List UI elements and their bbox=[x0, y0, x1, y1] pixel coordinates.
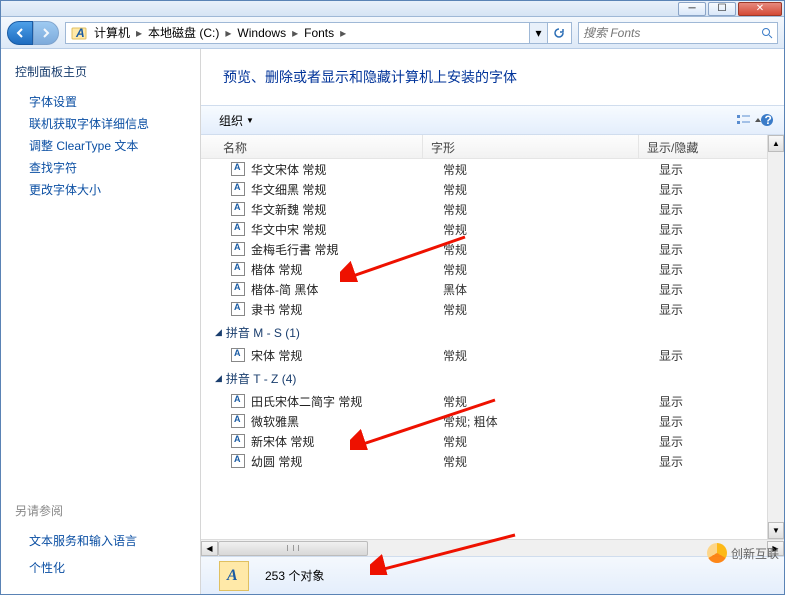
font-file-icon bbox=[231, 202, 245, 216]
scroll-left-button[interactable]: ◀ bbox=[201, 541, 218, 556]
sidebar-link-ime[interactable]: 文本服务和输入语言 bbox=[29, 532, 200, 549]
title-bar: ─ ☐ ✕ bbox=[1, 1, 784, 17]
search-box[interactable] bbox=[578, 22, 778, 44]
font-file-icon bbox=[231, 262, 245, 276]
sidebar-link-online-fonts[interactable]: 联机获取字体详细信息 bbox=[29, 115, 200, 132]
column-headers: 名称 字形 显示/隐藏 bbox=[201, 135, 784, 159]
breadcrumb-item[interactable]: 本地磁盘 (C:) bbox=[144, 22, 223, 43]
sidebar-link-personalize[interactable]: 个性化 bbox=[29, 559, 200, 576]
group-header-ms[interactable]: ◢拼音 M - S (1) bbox=[201, 319, 784, 345]
minimize-button[interactable]: ─ bbox=[678, 2, 706, 16]
font-row[interactable]: 幼圆 常规常规显示 bbox=[201, 451, 784, 471]
group-header-tz[interactable]: ◢拼音 T - Z (4) bbox=[201, 365, 784, 391]
refresh-button[interactable] bbox=[547, 23, 569, 43]
explorer-window: ─ ☐ ✕ A 计算机▸ 本地磁盘 (C:)▸ Windows▸ Fonts▸ … bbox=[0, 0, 785, 595]
scroll-down-button[interactable]: ▼ bbox=[768, 522, 784, 539]
font-file-icon bbox=[231, 182, 245, 196]
svg-text:A: A bbox=[75, 26, 85, 40]
horizontal-scrollbar[interactable]: ◀ ▶ bbox=[201, 539, 784, 556]
folder-fonts-icon bbox=[219, 561, 249, 591]
font-file-icon bbox=[231, 394, 245, 408]
watermark: 创新互联 bbox=[707, 543, 779, 563]
font-row[interactable]: 微软雅黑常规; 粗体显示 bbox=[201, 411, 784, 431]
font-file-icon bbox=[231, 454, 245, 468]
column-style[interactable]: 字形 bbox=[423, 135, 639, 158]
breadcrumb-item[interactable]: Windows bbox=[233, 24, 290, 42]
font-row[interactable]: 华文宋体 常规常规显示 bbox=[201, 159, 784, 179]
scroll-thumb[interactable] bbox=[218, 541, 368, 556]
folder-fonts-icon: A bbox=[71, 25, 87, 41]
nav-bar: A 计算机▸ 本地磁盘 (C:)▸ Windows▸ Fonts▸ ▾ bbox=[1, 17, 784, 49]
column-show[interactable]: 显示/隐藏 bbox=[639, 135, 784, 158]
svg-text:?: ? bbox=[765, 113, 772, 127]
maximize-button[interactable]: ☐ bbox=[708, 2, 736, 16]
sidebar-see-also: 另请参阅 bbox=[15, 502, 200, 519]
font-row[interactable]: 隶书 常规常规显示 bbox=[201, 299, 784, 319]
font-file-icon bbox=[231, 414, 245, 428]
font-row[interactable]: 宋体 常规常规显示 bbox=[201, 345, 784, 365]
font-row[interactable]: 金梅毛行書 常規常规显示 bbox=[201, 239, 784, 259]
font-row[interactable]: 华文中宋 常规常规显示 bbox=[201, 219, 784, 239]
organize-button[interactable]: 组织 ▼ bbox=[211, 109, 262, 132]
sidebar-title: 控制面板主页 bbox=[15, 63, 200, 80]
breadcrumb-chevron-icon[interactable]: ▸ bbox=[338, 26, 348, 40]
search-input[interactable] bbox=[583, 26, 761, 40]
main-pane: 预览、删除或者显示和隐藏计算机上安装的字体 组织 ▼ ? bbox=[201, 49, 784, 594]
font-row[interactable]: 楷体-简 黑体黑体显示 bbox=[201, 279, 784, 299]
collapse-triangle-icon: ◢ bbox=[215, 373, 222, 384]
collapse-triangle-icon: ◢ bbox=[215, 327, 222, 338]
font-file-icon bbox=[231, 242, 245, 256]
close-button[interactable]: ✕ bbox=[738, 2, 782, 16]
help-button[interactable]: ? bbox=[760, 113, 774, 127]
breadcrumb-item[interactable]: 计算机 bbox=[90, 22, 134, 43]
breadcrumb-dropdown[interactable]: ▾ bbox=[529, 23, 547, 43]
sidebar-link-font-settings[interactable]: 字体设置 bbox=[29, 93, 200, 110]
breadcrumb[interactable]: A 计算机▸ 本地磁盘 (C:)▸ Windows▸ Fonts▸ ▾ bbox=[65, 22, 572, 44]
font-row[interactable]: 华文细黑 常规常规显示 bbox=[201, 179, 784, 199]
sidebar-link-find-char[interactable]: 查找字符 bbox=[29, 159, 200, 176]
arrow-right-icon bbox=[41, 28, 51, 38]
sidebar: 控制面板主页 字体设置 联机获取字体详细信息 调整 ClearType 文本 查… bbox=[1, 49, 201, 594]
scroll-up-button[interactable]: ▲ bbox=[768, 135, 784, 152]
breadcrumb-chevron-icon[interactable]: ▸ bbox=[134, 26, 144, 40]
font-file-icon bbox=[231, 282, 245, 296]
back-button[interactable] bbox=[7, 21, 33, 45]
sidebar-link-change-size[interactable]: 更改字体大小 bbox=[29, 181, 200, 198]
font-file-icon bbox=[231, 222, 245, 236]
status-bar: 253 个对象 bbox=[201, 556, 784, 594]
sidebar-link-cleartype[interactable]: 调整 ClearType 文本 bbox=[29, 137, 200, 154]
watermark-text: 创新互联 bbox=[731, 545, 779, 562]
font-row[interactable]: 新宋体 常规常规显示 bbox=[201, 431, 784, 451]
forward-button[interactable] bbox=[33, 21, 59, 45]
font-file-icon bbox=[231, 434, 245, 448]
body: 控制面板主页 字体设置 联机获取字体详细信息 调整 ClearType 文本 查… bbox=[1, 49, 784, 594]
font-file-icon bbox=[231, 348, 245, 362]
list-body[interactable]: 华文宋体 常规常规显示 华文细黑 常规常规显示 华文新魏 常规常规显示 华文中宋… bbox=[201, 159, 784, 539]
breadcrumb-chevron-icon[interactable]: ▸ bbox=[223, 26, 233, 40]
refresh-icon bbox=[553, 27, 565, 39]
breadcrumb-item[interactable]: Fonts bbox=[300, 24, 338, 42]
page-title: 预览、删除或者显示和隐藏计算机上安装的字体 bbox=[201, 49, 784, 105]
nav-arrows bbox=[7, 21, 59, 45]
help-icon: ? bbox=[760, 113, 774, 127]
view-options-button[interactable] bbox=[736, 113, 754, 127]
vertical-scrollbar[interactable]: ▲ ▼ bbox=[767, 135, 784, 539]
toolbar: 组织 ▼ ? bbox=[201, 105, 784, 135]
watermark-logo-icon bbox=[707, 543, 727, 563]
font-row[interactable]: 楷体 常规常规显示 bbox=[201, 259, 784, 279]
scroll-track[interactable] bbox=[218, 541, 767, 556]
breadcrumb-chevron-icon[interactable]: ▸ bbox=[290, 26, 300, 40]
chevron-down-icon: ▼ bbox=[246, 116, 254, 125]
font-row[interactable]: 田氏宋体二简字 常规常规显示 bbox=[201, 391, 784, 411]
font-file-icon bbox=[231, 162, 245, 176]
search-icon bbox=[761, 27, 773, 39]
arrow-left-icon bbox=[15, 28, 25, 38]
column-name[interactable]: 名称 bbox=[201, 135, 423, 158]
font-row[interactable]: 华文新魏 常规常规显示 bbox=[201, 199, 784, 219]
status-count: 253 个对象 bbox=[265, 567, 324, 584]
font-file-icon bbox=[231, 302, 245, 316]
scroll-track[interactable] bbox=[768, 152, 784, 522]
font-list: 名称 字形 显示/隐藏 华文宋体 常规常规显示 华文细黑 常规常规显示 华文新魏… bbox=[201, 135, 784, 539]
